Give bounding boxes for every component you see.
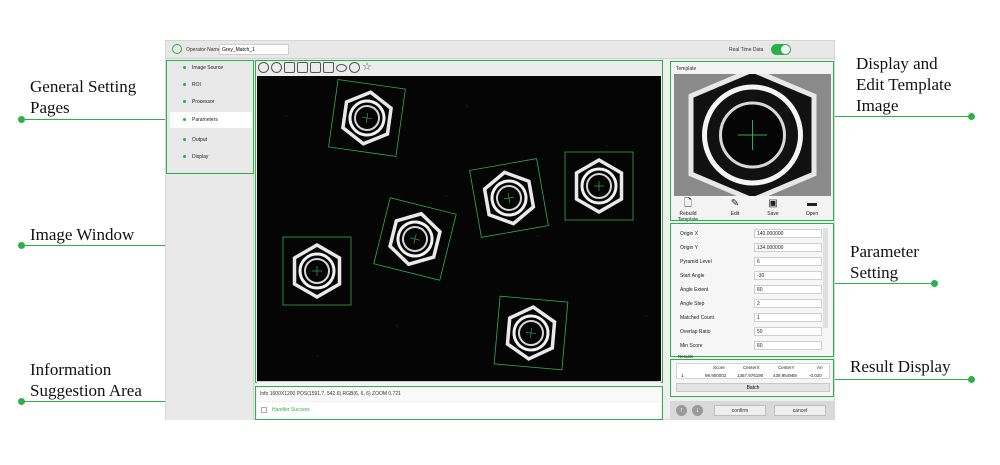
- annotation-line-3: Image: [856, 96, 899, 115]
- operator-name-label: Operator Name: [186, 47, 221, 53]
- operator-name-field[interactable]: [219, 44, 289, 55]
- confirm-button[interactable]: confirm: [714, 405, 766, 416]
- general-setting-highlight: [166, 60, 254, 174]
- toggle-knob: [781, 45, 790, 54]
- application-window: Operator Name Real Time Data Image Sourc…: [165, 40, 835, 420]
- image-window-highlight: [255, 60, 663, 383]
- annotation-image-window: Image Window: [30, 225, 135, 244]
- annotation-line: [835, 283, 933, 284]
- annotation-line: [835, 116, 970, 117]
- annotation-line-1: Parameter: [850, 242, 919, 261]
- annotation-line-2: Edit Template: [856, 75, 952, 94]
- annotation-information-area: Information Suggestion Area: [30, 359, 142, 401]
- annotation-result-display: Result Display: [850, 357, 951, 376]
- parameter-highlight: [670, 223, 834, 357]
- arrow-up-icon[interactable]: ↑: [676, 405, 687, 416]
- target-icon: [172, 44, 182, 54]
- arrow-down-icon[interactable]: ↓: [692, 405, 703, 416]
- annotation-line-2: Pages: [30, 98, 70, 117]
- top-bar: Operator Name Real Time Data: [166, 41, 834, 59]
- results-highlight: [670, 359, 834, 397]
- information-area-highlight: [255, 386, 663, 420]
- annotation-line: [835, 379, 970, 380]
- annotation-general-setting-pages: General Setting Pages: [30, 76, 136, 118]
- annotation-line: [22, 119, 165, 120]
- cancel-button[interactable]: cancel: [774, 405, 826, 416]
- annotation-line-1: General Setting: [30, 77, 137, 96]
- annotation-display-edit-template: Display and Edit Template Image: [856, 53, 951, 116]
- real-time-data-label: Real Time Data: [729, 47, 764, 53]
- annotation-line-2: Setting: [850, 263, 899, 282]
- annotation-parameter-setting: Parameter Setting: [850, 241, 919, 283]
- annotation-line-1: Information: [30, 360, 112, 379]
- annotation-line-2: Suggestion Area: [30, 381, 142, 400]
- real-time-data-toggle[interactable]: [771, 44, 791, 55]
- annotation-line-1: Display and: [856, 54, 938, 73]
- template-highlight: [670, 61, 834, 221]
